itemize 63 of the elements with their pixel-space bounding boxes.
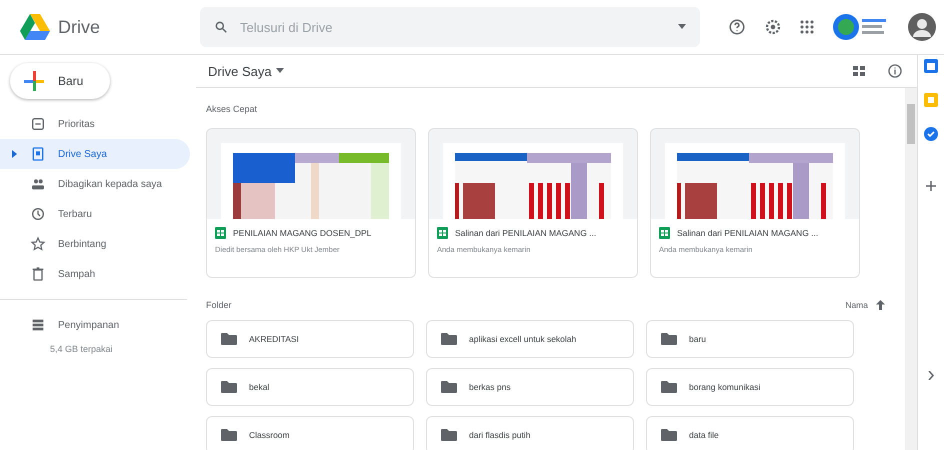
apps-grid-icon[interactable] [800,20,814,34]
sidebar-item[interactable]: Dibagikan kepada saya [0,169,190,199]
search-field[interactable]: Telusuri di Drive [238,18,668,36]
plus-icon [24,71,44,91]
folder-item[interactable]: borang komunikasi [646,368,854,406]
spreadsheet-icon [215,227,226,239]
folder-icon [221,381,237,393]
caret-icon[interactable] [678,24,686,30]
arrow-up-icon[interactable] [876,300,885,310]
file-name: Salinan dari PENILAIAN MAGANG ... [455,228,596,238]
folder-icon [441,333,457,345]
section-title: Akses Cepat [206,104,258,114]
file-name: Salinan dari PENILAIAN MAGANG ... [677,228,818,238]
help-icon[interactable] [728,18,746,36]
folder-item[interactable]: dari flasdis putih [426,416,634,450]
storage-item[interactable]: Penyimpanan [0,310,190,340]
folder-item[interactable]: Classroom [206,416,414,450]
drive-title-menu[interactable]: Drive Saya [208,64,284,78]
clock-icon [30,206,46,222]
calendar-icon[interactable] [924,59,938,73]
avatar-icon[interactable] [908,13,936,41]
info-icon[interactable] [887,63,903,79]
folder-item[interactable]: data file [646,416,854,450]
sidebar-item[interactable]: Berbintang [0,229,190,259]
spreadsheet-icon [437,227,448,239]
folder-item[interactable]: bekal [206,368,414,406]
storage-icon [30,317,46,333]
folder-item[interactable]: berkas pns [426,368,634,406]
app-name: Drive [58,16,100,38]
file-name: PENILAIAN MAGANG DOSEN_DPL [233,228,372,238]
folder-item[interactable]: AKREDITASI [206,320,414,358]
plus-icon[interactable] [926,181,936,191]
settings-icon[interactable] [764,18,782,36]
folder-icon [441,381,457,393]
spreadsheet-icon [659,227,670,239]
sidebar-item[interactable]: Sampah [0,259,190,289]
priority-icon [30,116,46,132]
storage-usage: 5,4 GB terpakai [49,344,114,354]
folder-item[interactable]: baru [646,320,854,358]
grid-view-icon[interactable] [853,65,865,77]
folder-icon [661,333,677,345]
sidebar-item[interactable]: Prioritas [0,109,190,139]
star-icon [30,236,46,252]
folder-icon [221,429,237,441]
folder-icon [441,429,457,441]
search-bar[interactable]: Telusuri di Drive [200,7,700,47]
drive-logo-icon [20,14,50,40]
folder-icon [661,381,677,393]
new-button[interactable]: Baru [10,63,110,99]
sidebar-item[interactable]: Drive Saya [0,139,190,169]
drive-icon [30,146,46,162]
folder-icon [221,333,237,345]
sidebar-item[interactable]: Terbaru [0,199,190,229]
chevron-icon[interactable] [928,371,934,380]
expand-icon[interactable] [10,150,18,158]
sort-button[interactable]: Nama [845,300,868,310]
caret-icon [276,68,284,74]
trash-icon [30,266,46,282]
tasks-icon[interactable] [924,127,938,141]
folder-icon [661,429,677,441]
section-title: Folder [206,300,232,310]
search-icon [214,20,228,34]
folder-item[interactable]: aplikasi excell untuk sekolah [426,320,634,358]
